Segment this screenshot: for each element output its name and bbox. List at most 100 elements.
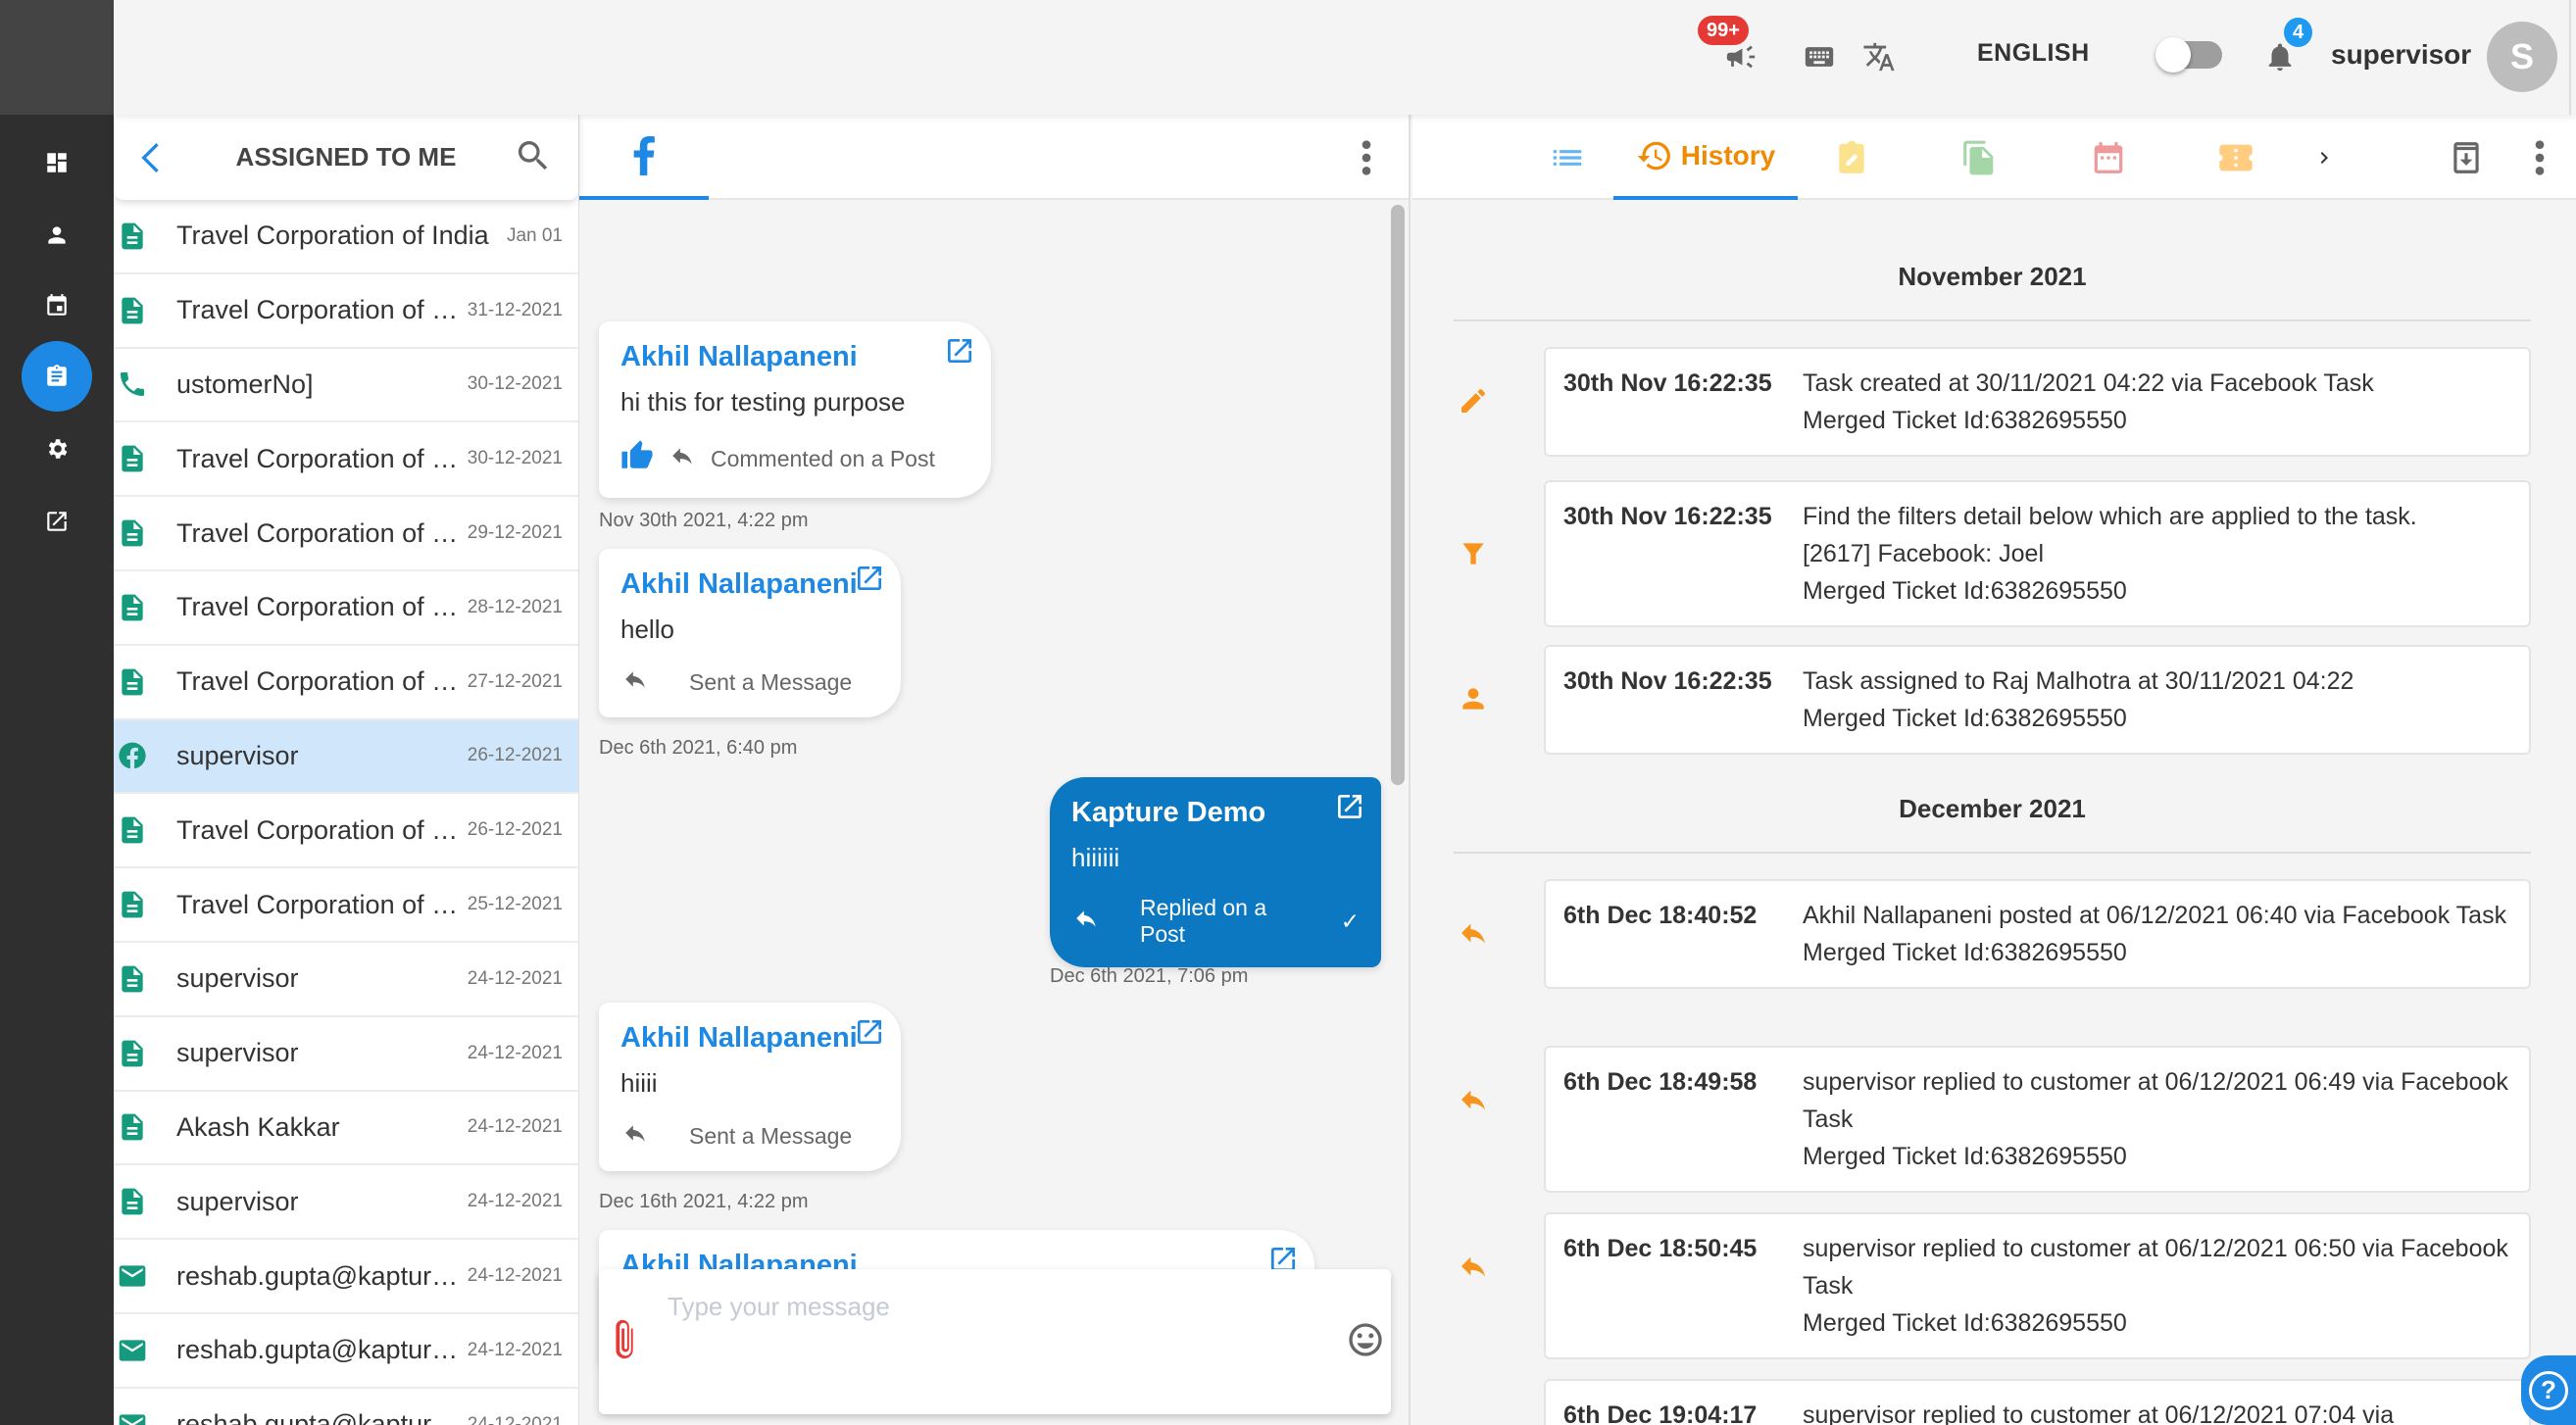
conversation-more-button[interactable] [1360,138,1373,182]
message-sender[interactable]: Akhil Nallapaneni [620,1022,879,1055]
task-list-item[interactable]: Travel Corporation of India 30-12-2021 [114,422,578,498]
incoming-message: Akhil Nallapaneni hi this for testing pu… [599,321,991,498]
document-icon [78,666,186,698]
open-external-button[interactable] [944,335,975,371]
task-list-item[interactable]: reshab.gupta@kapturecrm.com 24-12-2021 [114,1389,578,1425]
tab-facebook[interactable] [579,115,709,200]
open-external-button[interactable] [854,563,885,599]
message-text: hello [620,614,674,644]
megaphone-icon [1726,45,1756,69]
archive-button[interactable] [2432,115,2501,200]
list-icon [1553,149,1582,166]
month-header: November 2021 [1454,262,2531,321]
event-line: Akhil Nallapaneni posted at 06/12/2021 0… [1803,902,2507,929]
task-list-item[interactable]: Travel Corporation of India 26-12-2021 [114,794,578,869]
search-button[interactable] [514,136,553,180]
notification-badge: 4 [2284,18,2313,47]
tab-history-label: History [1680,139,1776,171]
task-list-item[interactable]: Akash Kakkar 24-12-2021 [114,1092,578,1166]
chevron-right-icon [2320,151,2328,164]
task-date: 31-12-2021 [467,299,563,320]
message-sender[interactable]: Kapture Demo [1071,797,1360,829]
event-line: Merged Ticket Id:6382695550 [1803,705,2127,732]
external-link-icon [858,566,881,590]
current-username[interactable]: supervisor [2331,39,2471,71]
message-input[interactable] [668,1287,1314,1326]
reply-button[interactable] [668,443,697,474]
task-name: reshab.gupta@kapturecrm.com [176,1335,460,1365]
history-event: 30th Nov 16:22:35 Task assigned to Raj Ma… [1544,645,2531,755]
task-list-item[interactable]: supervisor 24-12-2021 [114,1165,578,1241]
search-icon [518,141,548,171]
topbar-divider [2569,0,2571,115]
event-line: Merged Ticket Id:6382695550 [1803,577,2127,605]
avatar[interactable]: S [2487,22,2557,92]
task-list-item[interactable]: reshab.gupta@kapturecrm.com 24-12-2021 [114,1314,578,1389]
event-description: Akhil Nallapaneni posted at 06/12/2021 0… [1803,897,2506,971]
note-edit-icon [1839,140,1864,173]
task-date: 24-12-2021 [467,1339,563,1360]
task-list-item[interactable]: Travel Corporation of India Jan 01 [114,200,578,274]
app-root: 99+ ENGLISH 4 supervisor S ASSIGNED TO M… [0,0,2576,1425]
event-line: Task created at 30/11/2021 04:22 via Fac… [1803,369,2374,397]
reply-button[interactable] [620,1120,650,1152]
history-more-button[interactable] [2520,115,2559,200]
task-name: Travel Corporation of India [176,221,489,251]
task-list-item[interactable]: Travel Corporation of India 28-12-2021 [114,571,578,646]
language-label[interactable]: ENGLISH [1977,39,2090,68]
event-description: supervisor replied to customer at 06/12/… [1803,1397,2394,1425]
tab-calendar[interactable] [2059,115,2157,200]
tabs-scroll-right[interactable] [2300,115,2349,200]
document-icon [78,1111,186,1143]
task-date: 28-12-2021 [467,596,563,617]
conversation-panel: Akhil Nallapaneni hi this for testing pu… [579,115,1411,1425]
copy-files-icon [1963,140,1994,174]
event-line: Merged Ticket Id:6382695550 [1803,1309,2127,1337]
message-action: Sent a Message [689,668,853,695]
keyboard-button[interactable] [1803,37,1836,76]
task-list-item[interactable]: Travel Corporation of India 31-12-2021 [114,274,578,349]
task-list-item[interactable]: Travel Corporation of India 27-12-2021 [114,646,578,720]
filter-icon [1458,538,1489,569]
task-list-item[interactable]: supervisor 24-12-2021 [114,943,578,1017]
reply-button[interactable] [620,666,650,698]
task-name: reshab.gupta@kapturecrm.com [176,1409,460,1425]
message-sender[interactable]: Akhil Nallapaneni [620,341,969,373]
person-icon [1458,683,1489,714]
tab-details[interactable] [1518,115,1616,200]
rail-item-dashboard[interactable] [22,127,92,198]
open-external-button[interactable] [854,1016,885,1053]
theme-toggle[interactable] [2155,37,2222,73]
message-sender[interactable]: Akhil Nallapaneni [620,568,879,601]
conversation-scrollbar[interactable] [1391,205,1405,785]
tab-tickets[interactable] [2187,115,2285,200]
like-button[interactable] [620,439,654,478]
tab-notes[interactable] [1803,115,1901,200]
reply-button[interactable] [1071,906,1101,937]
task-list-item[interactable]: reshab.gupta@kapturecrm.com 24-12-2021 [114,1240,578,1314]
open-external-button[interactable] [1334,791,1365,827]
language-selector[interactable] [1862,37,1896,76]
task-name: supervisor [176,963,299,994]
pencil-icon [1458,385,1489,417]
emoji-button[interactable] [1346,1320,1385,1364]
task-list-item[interactable]: supervisor 24-12-2021 [114,1017,578,1092]
document-icon [78,221,186,252]
task-list-item[interactable]: supervisor 26-12-2021 [114,719,578,795]
task-list-item[interactable]: ustomerNo] 30-12-2021 [114,349,578,423]
history-event: 6th Dec 19:04:17 supervisor replied to cu… [1544,1379,2531,1425]
task-list-item[interactable]: Travel Corporation of India 25-12-2021 [114,868,578,943]
tab-documents[interactable] [1930,115,2028,200]
phone-icon [78,369,186,400]
tab-history[interactable]: History [1613,115,1798,200]
task-list-item[interactable]: Travel Corporation of India 29-12-2021 [114,497,578,571]
task-date: 26-12-2021 [467,819,563,841]
toggle-knob [2155,37,2191,73]
help-button[interactable]: ? [2521,1355,2576,1425]
reply-icon [672,448,692,465]
top-bar: 99+ ENGLISH 4 supervisor S [114,0,2576,115]
task-name: Travel Corporation of India [176,592,460,622]
event-description: supervisor replied to customer at 06/12/… [1803,1230,2511,1342]
attach-button[interactable] [613,1318,638,1368]
reply-icon [1458,1251,1489,1282]
